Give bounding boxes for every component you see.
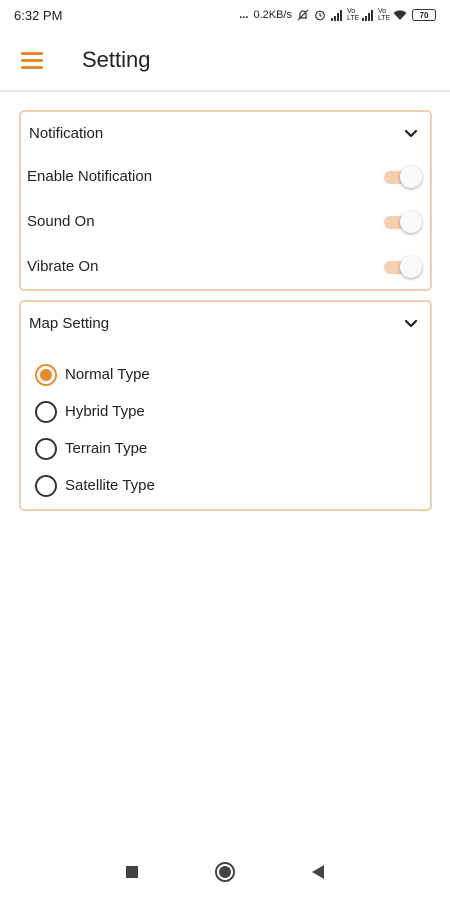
back-button[interactable] <box>272 844 365 900</box>
notification-dots: ... <box>239 9 249 21</box>
wifi-icon <box>393 9 407 20</box>
notification-card: Notification Enable Notification Sound O… <box>19 110 432 291</box>
notification-card-title: Notification <box>29 124 104 142</box>
radio-button-selected[interactable] <box>35 363 57 386</box>
signal-icon <box>331 9 342 21</box>
alarm-icon <box>315 10 325 21</box>
vibrate-on-label: Vibrate On <box>27 258 99 275</box>
volte-badge-2: Vo LTE <box>378 8 391 22</box>
volte-badge-1: Vo LTE <box>347 8 360 22</box>
map-type-radio-group: Normal Type Hybrid Type Terrain Type Sat… <box>21 344 430 504</box>
map-type-normal[interactable]: Normal Type <box>21 356 430 393</box>
status-bar: 6:32 PM ... 0.2KB/s Vo LTE Vo LTE 70 <box>0 0 450 30</box>
map-type-normal-label: Normal Type <box>65 366 150 383</box>
app-bar: Setting <box>0 30 450 92</box>
sound-on-row[interactable]: Sound On <box>21 199 430 244</box>
page-title: Setting <box>82 47 151 72</box>
map-setting-card-title: Map Setting <box>29 314 110 332</box>
vibrate-on-row[interactable]: Vibrate On <box>21 244 430 289</box>
square-recents-icon <box>126 866 138 878</box>
radio-button[interactable] <box>35 437 57 460</box>
network-speed: 0.2KB/s <box>253 9 292 21</box>
map-type-hybrid-label: Hybrid Type <box>65 403 145 420</box>
battery-icon: 70 <box>412 9 436 21</box>
chevron-down-icon <box>404 129 418 138</box>
hamburger-menu-icon <box>21 51 43 69</box>
home-button[interactable] <box>179 844 272 900</box>
recents-button[interactable] <box>86 844 179 900</box>
map-setting-card-header[interactable]: Map Setting <box>21 302 430 344</box>
enable-notification-row[interactable]: Enable Notification <box>21 154 430 199</box>
map-type-satellite-label: Satellite Type <box>65 477 155 494</box>
signal-icon-2 <box>362 9 373 21</box>
enable-notification-label: Enable Notification <box>27 168 153 185</box>
system-nav-bar <box>0 844 450 900</box>
radio-button[interactable] <box>35 474 57 497</box>
map-type-terrain-label: Terrain Type <box>65 440 148 457</box>
enable-notification-switch[interactable] <box>384 165 422 188</box>
menu-button[interactable] <box>0 29 64 91</box>
status-time: 6:32 PM <box>14 7 63 23</box>
mute-bell-icon <box>297 9 309 21</box>
sound-on-switch[interactable] <box>384 210 422 233</box>
map-setting-card: Map Setting Normal Type Hybrid Type Terr… <box>19 300 432 511</box>
map-type-satellite[interactable]: Satellite Type <box>21 467 430 504</box>
triangle-back-icon <box>312 865 324 879</box>
map-type-hybrid[interactable]: Hybrid Type <box>21 393 430 430</box>
vibrate-on-switch[interactable] <box>384 255 422 278</box>
sound-on-label: Sound On <box>27 213 95 230</box>
map-type-terrain[interactable]: Terrain Type <box>21 430 430 467</box>
circle-home-icon <box>215 862 235 882</box>
notification-card-header[interactable]: Notification <box>21 112 430 154</box>
chevron-down-icon <box>404 319 418 328</box>
radio-button[interactable] <box>35 400 57 423</box>
status-icons: ... 0.2KB/s Vo LTE Vo LTE 70 <box>239 8 436 22</box>
